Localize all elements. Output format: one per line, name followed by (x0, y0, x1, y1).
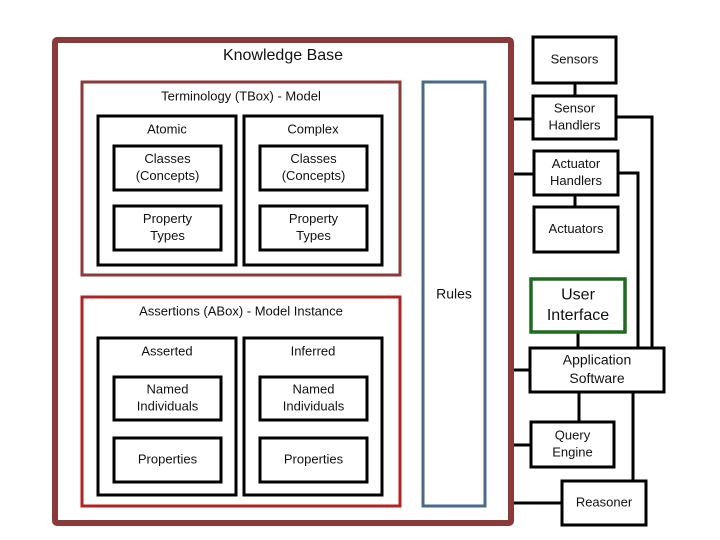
knowledge-base-title: Knowledge Base (223, 47, 343, 64)
concept-label: Named (147, 381, 189, 396)
column-title: Asserted (141, 343, 192, 358)
user-interface-label: User (561, 286, 595, 303)
concept-label: Properties (284, 451, 344, 466)
user-interface-label: Interface (547, 307, 609, 324)
actuator-handlers-label: Handlers (550, 173, 603, 188)
abox-title: Assertions (ABox) - Model Instance (139, 303, 343, 318)
concept-label: Properties (138, 451, 198, 466)
concept-label: Types (296, 228, 331, 243)
actuators-label: Actuators (549, 221, 604, 236)
reasoner-label: Reasoner (576, 494, 633, 509)
diagram-canvas: Knowledge Base Terminology (TBox) - Mode… (52, 35, 666, 527)
sensor-handlers-label: Sensor (554, 100, 596, 115)
concept-label: (Concepts) (136, 168, 200, 183)
query-engine-label: Query (555, 427, 591, 442)
concept-label: Classes (144, 151, 191, 166)
concept-label: Individuals (137, 398, 199, 413)
concept-label: Property (289, 211, 339, 226)
sensors-label: Sensors (551, 51, 599, 66)
application-software-label: Software (569, 370, 624, 386)
sensor-handlers-label: Handlers (548, 117, 601, 132)
architecture-diagram: Knowledge Base Terminology (TBox) - Mode… (0, 0, 720, 540)
concept-label: Property (143, 211, 193, 226)
concept-label: Types (150, 228, 185, 243)
rules-label: Rules (436, 286, 472, 302)
concept-label: (Concepts) (282, 168, 346, 183)
column-title: Complex (287, 121, 339, 136)
concept-label: Classes (290, 151, 337, 166)
column-title: Inferred (291, 343, 336, 358)
application-software-label: Application (563, 352, 632, 368)
concept-label: Individuals (283, 398, 345, 413)
actuator-handlers-label: Actuator (552, 156, 601, 171)
concept-label: Named (293, 381, 335, 396)
tbox-title: Terminology (TBox) - Model (161, 88, 321, 103)
query-engine-label: Engine (552, 444, 592, 459)
column-title: Atomic (147, 121, 187, 136)
